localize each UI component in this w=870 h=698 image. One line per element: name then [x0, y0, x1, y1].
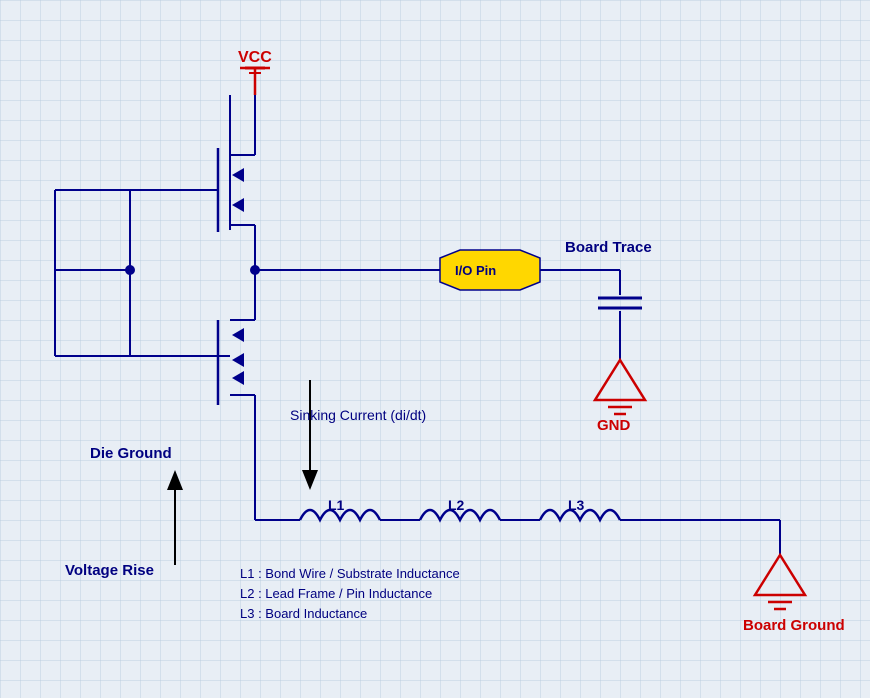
legend-l3: L3 : Board Inductance — [240, 606, 367, 621]
vcc-label: VCC — [238, 49, 272, 66]
voltage-rise-label: Voltage Rise — [65, 562, 154, 579]
board-ground-label: Board Ground — [743, 617, 845, 634]
gnd-label: GND — [597, 417, 631, 434]
l1-label: L1 — [328, 497, 345, 513]
sinking-current-label: Sinking Current (di/dt) — [290, 407, 426, 423]
io-pin-label: I/O Pin — [455, 263, 496, 278]
l3-label: L3 — [568, 497, 585, 513]
l2-label: L2 — [448, 497, 465, 513]
die-ground-label: Die Ground — [90, 445, 172, 462]
board-trace-label: Board Trace — [565, 239, 652, 256]
legend-l1: L1 : Bond Wire / Substrate Inductance — [240, 566, 460, 581]
legend-l2: L2 : Lead Frame / Pin Inductance — [240, 586, 432, 601]
